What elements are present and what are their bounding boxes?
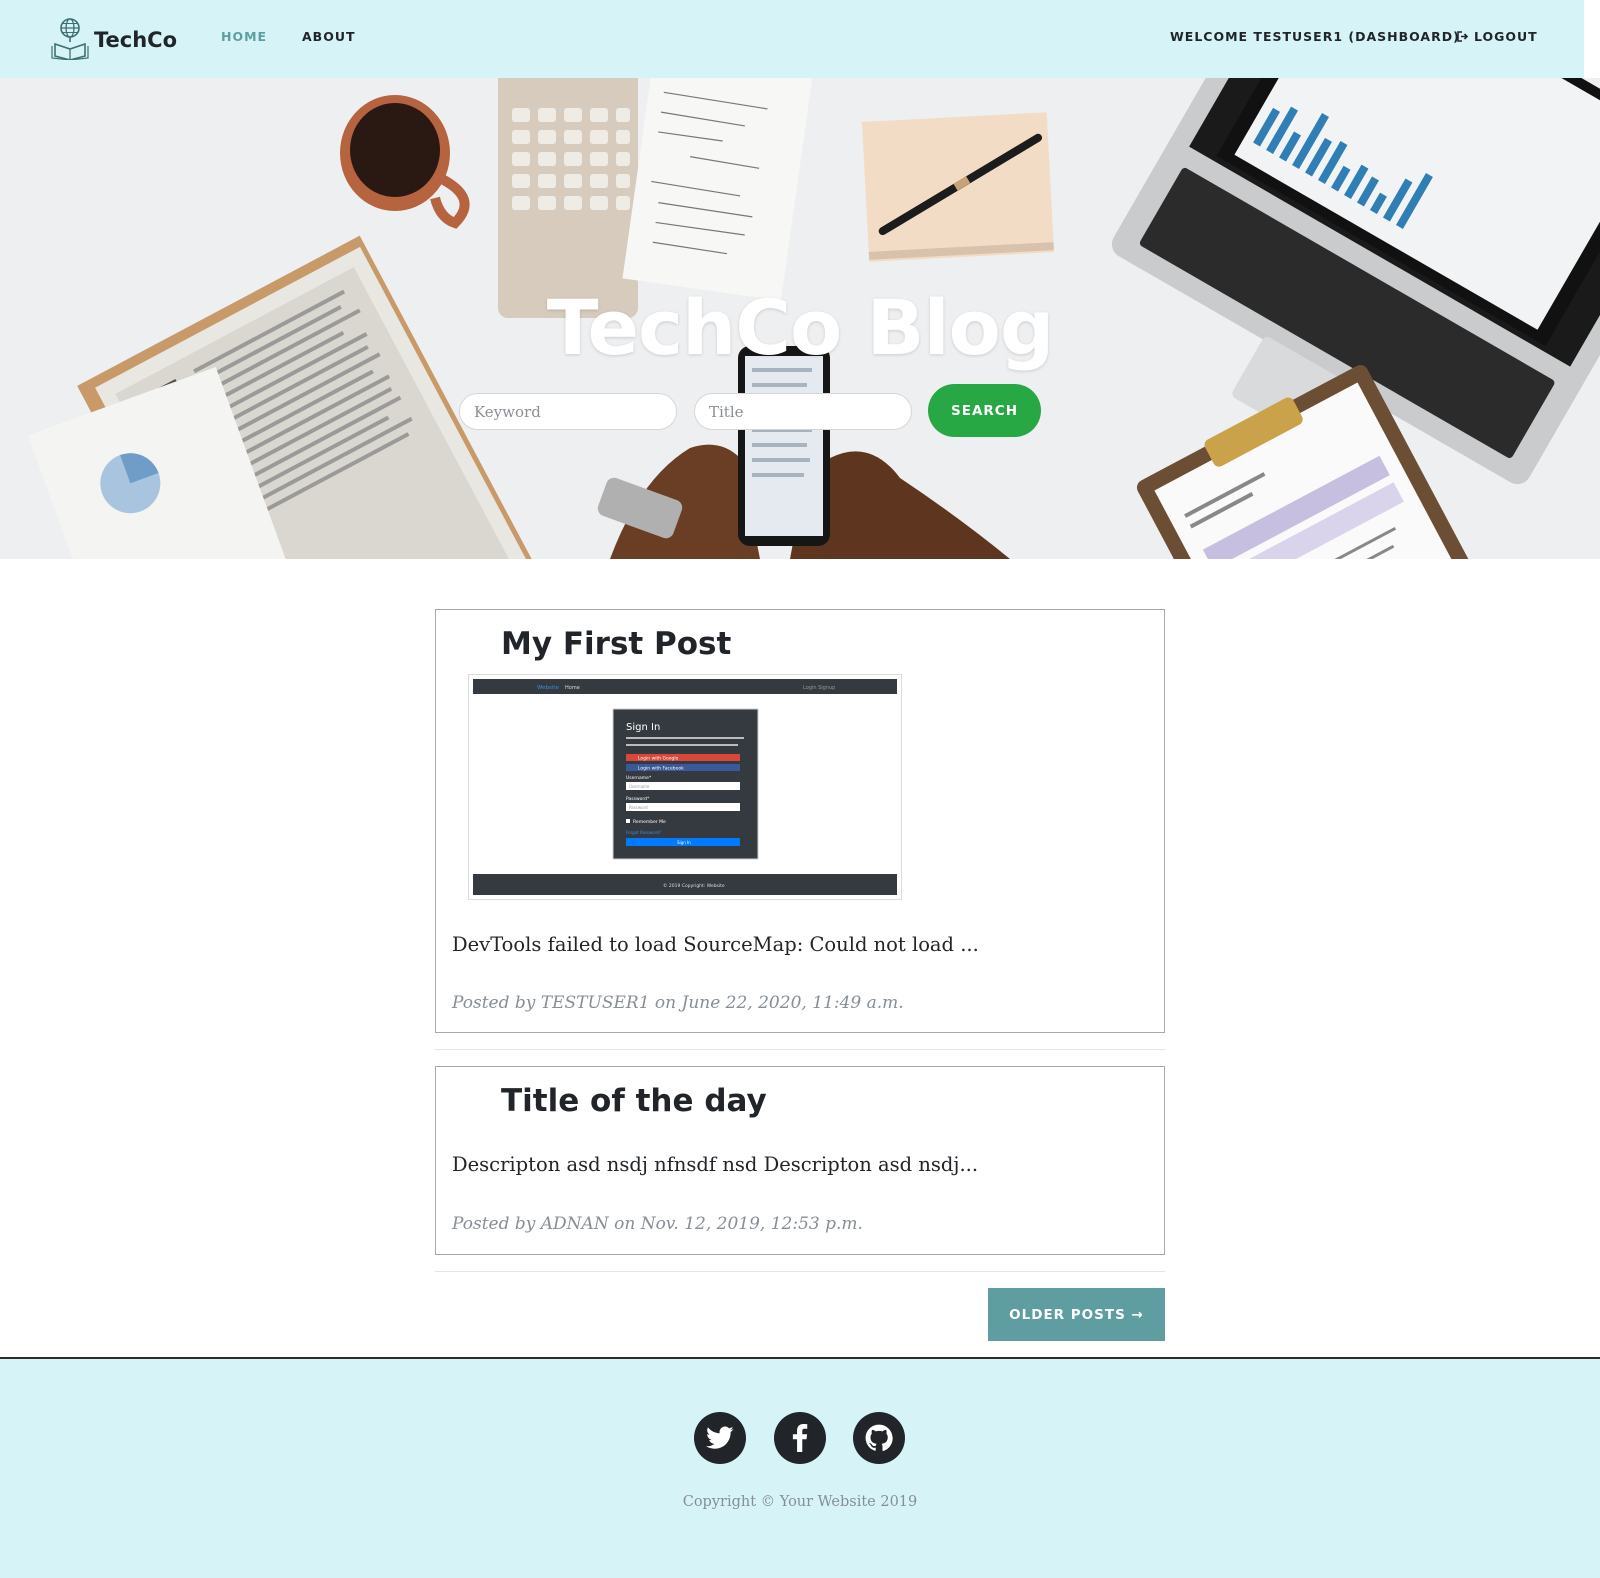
older-posts-button[interactable]: OLDER POSTS → <box>988 1288 1165 1341</box>
hero-header: . <box>0 78 1600 559</box>
thumb-username-placeholder: Username <box>629 784 650 789</box>
copyright-text: Copyright © Your Website 2019 <box>682 1494 918 1510</box>
brand-name: TechCo <box>94 28 178 52</box>
sign-out-icon <box>1457 31 1469 42</box>
github-link[interactable] <box>853 1412 905 1464</box>
thumb-nav-home: Home <box>565 685 580 691</box>
post-divider <box>435 1271 1165 1272</box>
thumb-password-label: Password* <box>626 796 650 802</box>
facebook-icon <box>792 1424 808 1452</box>
post-title-link[interactable]: Title of the day <box>501 1083 767 1119</box>
post-card: Title of the day Descripton asd nsdj nfn… <box>435 1066 1165 1255</box>
thumb-footer-text: © 2019 Copyright: Website <box>663 882 725 889</box>
nav-about-link[interactable]: ABOUT <box>302 29 356 44</box>
post-card: My First Post Website Home Login Signup … <box>435 609 1165 1033</box>
post-meta: Posted by ADNAN on Nov. 12, 2019, 12:53 … <box>452 1214 863 1234</box>
globe-book-logo-icon <box>51 18 89 60</box>
post-excerpt: DevTools failed to load SourceMap: Could… <box>452 933 979 956</box>
facebook-link[interactable] <box>774 1412 826 1464</box>
post-thumbnail[interactable]: Website Home Login Signup Sign In Login … <box>468 674 902 900</box>
brand-link[interactable]: TechCo <box>50 16 177 60</box>
post-divider <box>435 1049 1165 1050</box>
post-title-link[interactable]: My First Post <box>501 626 731 662</box>
thumb-forgot-label: Forgot Password? <box>626 830 661 835</box>
hero-title: TechCo Blog <box>546 283 1055 372</box>
search-button[interactable]: SEARCH <box>928 384 1041 437</box>
title-search-input[interactable] <box>694 393 912 430</box>
thumb-nav-right: Login Signup <box>803 685 835 691</box>
keyword-search-input[interactable] <box>459 393 677 430</box>
nav-dashboard-link[interactable]: WELCOME TESTUSER1 (DASHBOARD) <box>1170 29 1460 44</box>
thumb-password-placeholder: Password <box>629 805 648 810</box>
thumb-heading: Sign In <box>626 722 660 733</box>
footer: Copyright © Your Website 2019 <box>0 1357 1600 1578</box>
twitter-icon <box>706 1426 734 1449</box>
thumb-nav-brand: Website <box>537 685 560 691</box>
nav-logout-link[interactable]: LOGOUT <box>1457 29 1538 44</box>
thumb-facebook-label: Login with Facebook <box>638 766 684 772</box>
github-icon <box>865 1424 893 1451</box>
signin-screenshot-image: Website Home Login Signup Sign In Login … <box>473 679 897 895</box>
thumb-username-label: Username* <box>626 775 652 781</box>
post-excerpt: Descripton asd nsdj nfnsdf nsd Descripto… <box>452 1153 979 1176</box>
post-meta: Posted by TESTUSER1 on June 22, 2020, 11… <box>452 993 904 1013</box>
thumb-button-label: Sign In <box>677 840 691 845</box>
thumb-remember-label: Remember Me <box>633 819 666 825</box>
thumb-google-label: Login with Google <box>638 756 679 762</box>
logout-label: LOGOUT <box>1474 29 1538 44</box>
nav-home-link[interactable]: HOME <box>221 29 267 44</box>
twitter-link[interactable] <box>694 1412 746 1464</box>
navbar: TechCo HOME ABOUT WELCOME TESTUSER1 (DAS… <box>0 0 1584 78</box>
